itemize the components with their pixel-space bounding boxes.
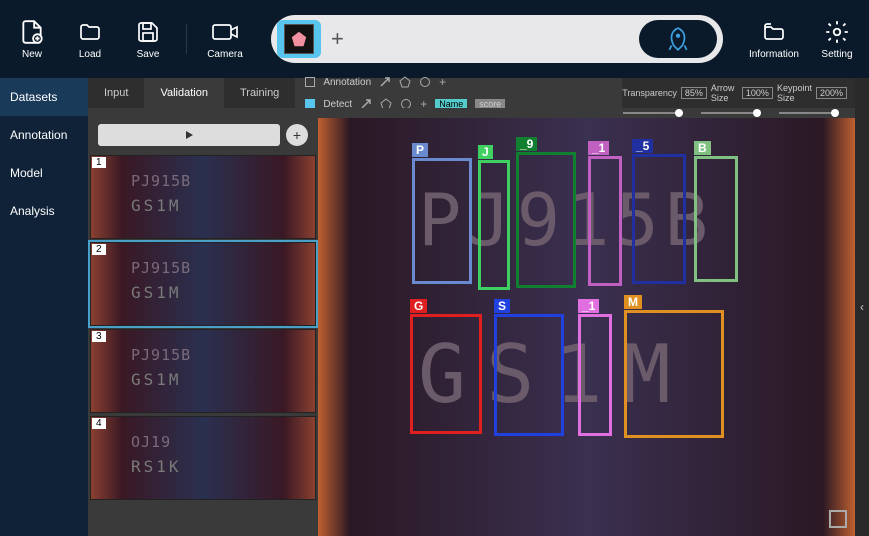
information-button[interactable]: Information bbox=[749, 19, 799, 60]
rocket-icon bbox=[665, 26, 691, 52]
tab-validation[interactable]: Validation bbox=[144, 78, 224, 108]
new-file-icon bbox=[18, 19, 46, 45]
collapse-right-panel[interactable]: ‹ bbox=[855, 78, 869, 536]
new-button[interactable]: New bbox=[12, 19, 52, 60]
detection-box[interactable]: _1 bbox=[578, 314, 612, 436]
top-toolbar: New Load Save Camera + I bbox=[0, 0, 869, 78]
detection-box[interactable]: _9 bbox=[516, 152, 576, 288]
load-button[interactable]: Load bbox=[70, 19, 110, 60]
pentagon-tool-icon[interactable] bbox=[399, 76, 411, 88]
transparency-slider[interactable] bbox=[623, 112, 683, 114]
active-shape-button[interactable] bbox=[277, 20, 321, 58]
thumbnail[interactable]: PJ915BGS1M bbox=[90, 329, 316, 413]
gear-icon bbox=[823, 19, 851, 45]
detection-box[interactable]: G bbox=[410, 314, 482, 434]
play-button[interactable] bbox=[98, 124, 280, 146]
save-label: Save bbox=[137, 49, 160, 60]
workspace: Input Validation Training Annotation + D… bbox=[88, 78, 855, 536]
slider-row bbox=[88, 108, 855, 118]
information-label: Information bbox=[749, 49, 799, 60]
play-row: + bbox=[88, 118, 318, 152]
detection-box[interactable]: J bbox=[478, 160, 510, 290]
shape-selector-bar: + bbox=[271, 15, 723, 63]
annotation-checkbox[interactable] bbox=[305, 77, 315, 87]
detection-label: J bbox=[478, 145, 493, 159]
detection-label: _1 bbox=[588, 141, 609, 155]
detection-label: _5 bbox=[632, 139, 653, 153]
leftnav-annotation[interactable]: Annotation bbox=[0, 116, 88, 154]
keypoint-size-label: Keypoint Size bbox=[777, 83, 812, 103]
arrow-icon[interactable] bbox=[379, 76, 391, 88]
work-area: + PJ915BGS1MPJ915BGS1MPJ915BGS1MOJ19RS1K… bbox=[88, 118, 855, 536]
add-tool-icon[interactable]: + bbox=[439, 75, 446, 89]
dataset-tabs: Input Validation Training Annotation + D… bbox=[88, 78, 855, 108]
folder-icon bbox=[76, 19, 104, 45]
save-icon bbox=[134, 19, 162, 45]
save-button[interactable]: Save bbox=[128, 19, 168, 60]
add-shape-button[interactable]: + bbox=[331, 26, 344, 52]
camera-button[interactable]: Camera bbox=[205, 19, 245, 60]
setting-button[interactable]: Setting bbox=[817, 19, 857, 60]
thumbnail-strip: + PJ915BGS1MPJ915BGS1MPJ915BGS1MOJ19RS1K bbox=[88, 118, 318, 536]
setting-label: Setting bbox=[821, 49, 852, 60]
arrow-size-value[interactable]: 100% bbox=[742, 87, 773, 99]
leftnav-datasets[interactable]: Datasets bbox=[0, 78, 88, 116]
transparency-label: Transparency bbox=[622, 88, 677, 98]
detection-box[interactable]: B bbox=[694, 156, 738, 282]
annotation-canvas[interactable]: PJ915B GS1M PJ_9_1_5BGS_1M bbox=[318, 118, 855, 536]
pentagon-icon bbox=[284, 24, 314, 54]
thumbnail[interactable]: OJ19RS1K bbox=[90, 416, 316, 500]
new-label: New bbox=[22, 49, 42, 60]
canvas-header: Annotation + Detect + Name score bbox=[295, 78, 622, 108]
left-nav: Datasets Annotation Model Analysis bbox=[0, 78, 88, 536]
detection-label: B bbox=[694, 141, 711, 155]
launch-button[interactable] bbox=[639, 20, 717, 58]
annotation-label: Annotation bbox=[323, 77, 371, 88]
tab-training[interactable]: Training bbox=[224, 78, 295, 108]
leftnav-model[interactable]: Model bbox=[0, 154, 88, 192]
main-body: Datasets Annotation Model Analysis Input… bbox=[0, 78, 869, 536]
keypoint-size-value[interactable]: 200% bbox=[816, 87, 847, 99]
camera-icon bbox=[211, 19, 239, 45]
detection-box[interactable]: S bbox=[494, 314, 564, 436]
arrow-size-slider[interactable] bbox=[701, 112, 761, 114]
play-icon bbox=[184, 130, 194, 140]
detection-box[interactable]: _1 bbox=[588, 156, 622, 286]
transparency-value[interactable]: 85% bbox=[681, 87, 707, 99]
information-icon bbox=[760, 19, 788, 45]
arrow-size-label: Arrow Size bbox=[711, 83, 738, 103]
camera-label: Camera bbox=[207, 49, 243, 60]
add-image-button[interactable]: + bbox=[286, 124, 308, 146]
tab-input[interactable]: Input bbox=[88, 78, 144, 108]
detection-label: P bbox=[412, 143, 428, 157]
detection-label: M bbox=[624, 295, 642, 309]
thumbnail[interactable]: PJ915BGS1M bbox=[90, 155, 316, 239]
detection-box[interactable]: M bbox=[624, 310, 724, 438]
detection-label: _1 bbox=[578, 299, 599, 313]
leftnav-analysis[interactable]: Analysis bbox=[0, 192, 88, 230]
load-label: Load bbox=[79, 49, 101, 60]
toolbar-divider bbox=[186, 24, 187, 54]
thumbnail[interactable]: PJ915BGS1M bbox=[90, 242, 316, 326]
keypoint-size-slider[interactable] bbox=[779, 112, 839, 114]
detection-label: G bbox=[410, 299, 427, 313]
canvas-corner-handle[interactable] bbox=[829, 510, 847, 528]
detection-label: S bbox=[494, 299, 510, 313]
detection-box[interactable]: P bbox=[412, 158, 472, 284]
circle-tool-icon[interactable] bbox=[419, 76, 431, 88]
view-controls: Transparency 85% Arrow Size 100% Keypoin… bbox=[622, 78, 855, 108]
detection-label: _9 bbox=[516, 137, 537, 151]
detection-box[interactable]: _5 bbox=[632, 154, 686, 284]
